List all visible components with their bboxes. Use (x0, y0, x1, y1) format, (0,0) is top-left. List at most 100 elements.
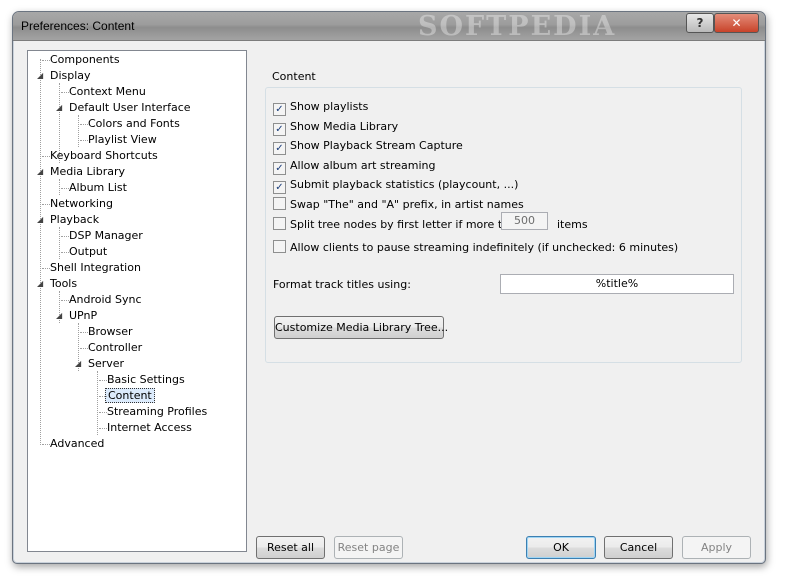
cancel-button[interactable]: Cancel (604, 536, 673, 559)
customize-media-library-tree-button[interactable]: Customize Media Library Tree... (274, 316, 448, 339)
collapse-arrow-icon[interactable]: ◢ (56, 104, 64, 112)
tree-item-label: Internet Access (107, 421, 192, 434)
checkbox-label: Split tree nodes by first letter if more… (290, 218, 523, 231)
collapse-arrow-icon[interactable]: ◢ (37, 72, 45, 80)
split-tree-nodes-checkbox[interactable]: Split tree nodes by first letter if more… (273, 217, 523, 233)
allow-album-art-streaming-checkbox[interactable]: ✓ Allow album art streaming (273, 158, 436, 175)
tree-item-media-library[interactable]: ◢ Media Library (34, 164, 127, 180)
tree-item-label: UPnP (69, 309, 98, 322)
checkbox-unchecked-icon[interactable] (273, 240, 286, 253)
apply-button[interactable]: Apply (682, 536, 751, 559)
tree-item-controller[interactable]: Controller (72, 340, 144, 356)
close-button[interactable]: ✕ (714, 13, 759, 33)
tree-item-context-menu[interactable]: Context Menu (53, 84, 148, 100)
dialog-client-area: Components ◢ Display Context Menu ◢ Defa… (17, 41, 761, 559)
tree-item-output[interactable]: Output (53, 244, 109, 260)
tree-item-label: Playlist View (88, 133, 157, 146)
tree-item-components[interactable]: Components (34, 52, 122, 68)
tree-item-label: Playback (50, 213, 100, 226)
tree-guide-line (40, 59, 41, 445)
tree-item-advanced[interactable]: Advanced (34, 436, 106, 452)
show-playback-stream-capture-checkbox[interactable]: ✓ Show Playback Stream Capture (273, 138, 463, 155)
tree-item-shell-integration[interactable]: Shell Integration (34, 260, 143, 276)
watermark-logo: SOFTPEDIA (418, 11, 617, 42)
tree-item-label: Album List (69, 181, 127, 194)
tree-item-internet-access[interactable]: Internet Access (91, 420, 194, 436)
checkbox-unchecked-icon[interactable] (273, 217, 286, 230)
tree-item-label: Components (50, 53, 120, 66)
tree-item-label: Default User Interface (69, 101, 191, 114)
tree-item-default-user-interface[interactable]: ◢ Default User Interface (53, 100, 193, 116)
checkbox-checked-icon[interactable]: ✓ (273, 181, 286, 194)
format-titles-input[interactable]: %title% (500, 274, 734, 294)
submit-playback-statistics-checkbox[interactable]: ✓ Submit playback statistics (playcount, … (273, 177, 519, 194)
tree-item-label: Media Library (50, 165, 125, 178)
show-media-library-checkbox[interactable]: ✓ Show Media Library (273, 119, 399, 136)
tree-item-colors-and-fonts[interactable]: Colors and Fonts (72, 116, 182, 132)
tree-item-basic-settings[interactable]: Basic Settings (91, 372, 187, 388)
checkbox-checked-icon[interactable]: ✓ (273, 123, 286, 136)
checkbox-unchecked-icon[interactable] (273, 197, 286, 210)
tree-item-networking[interactable]: Networking (34, 196, 115, 212)
tree-item-label: Display (50, 69, 91, 82)
tree-item-tools[interactable]: ◢ Tools (34, 276, 79, 292)
tree-item-dsp-manager[interactable]: DSP Manager (53, 228, 145, 244)
tree-item-label: Browser (88, 325, 133, 338)
content-group-title: Content (269, 70, 319, 83)
tree-item-playback[interactable]: ◢ Playback (34, 212, 101, 228)
checkbox-checked-icon[interactable]: ✓ (273, 142, 286, 155)
show-playlists-checkbox[interactable]: ✓ Show playlists (273, 99, 369, 116)
collapse-arrow-icon[interactable]: ◢ (75, 360, 83, 368)
tree-item-display[interactable]: ◢ Display (34, 68, 93, 84)
tree-item-label: Colors and Fonts (88, 117, 180, 130)
tree-item-label: Output (69, 245, 108, 258)
collapse-arrow-icon[interactable]: ◢ (56, 312, 64, 320)
checkbox-label: Swap "The" and "A" prefix, in artist nam… (290, 198, 524, 211)
tree-item-keyboard-shortcuts[interactable]: Keyboard Shortcuts (34, 148, 160, 164)
tree-item-label: Context Menu (69, 85, 146, 98)
reset-all-button[interactable]: Reset all (256, 536, 325, 559)
tree-item-android-sync[interactable]: Android Sync (53, 292, 144, 308)
tree-item-playlist-view[interactable]: Playlist View (72, 132, 159, 148)
swap-prefix-checkbox[interactable]: Swap "The" and "A" prefix, in artist nam… (273, 197, 524, 213)
checkbox-label: Show Media Library (290, 120, 399, 133)
checkbox-label: Allow clients to pause streaming indefin… (290, 241, 679, 254)
tree-item-label: Streaming Profiles (107, 405, 208, 418)
tree-item-label: Android Sync (69, 293, 142, 306)
checkbox-checked-icon[interactable]: ✓ (273, 162, 286, 175)
collapse-arrow-icon[interactable]: ◢ (37, 168, 45, 176)
reset-page-button[interactable]: Reset page (334, 536, 403, 559)
tree-item-upnp[interactable]: ◢ UPnP (53, 308, 99, 324)
tree-item-label: Content (105, 388, 155, 403)
collapse-arrow-icon[interactable]: ◢ (37, 216, 45, 224)
checkbox-label: Show playlists (290, 100, 369, 113)
tree-item-album-list[interactable]: Album List (53, 180, 129, 196)
window-title: Preferences: Content (21, 19, 135, 33)
checkbox-label: Submit playback statistics (playcount, .… (290, 178, 519, 191)
tree-item-content[interactable]: Content (91, 388, 155, 404)
tree-item-server[interactable]: ◢ Server (72, 356, 126, 372)
tree-item-label: Tools (50, 277, 78, 290)
checkbox-checked-icon[interactable]: ✓ (273, 103, 286, 116)
checkbox-label: Show Playback Stream Capture (290, 139, 463, 152)
ok-button[interactable]: OK (526, 536, 596, 559)
checkbox-label: Allow album art streaming (290, 159, 436, 172)
tree-item-label: Controller (88, 341, 143, 354)
allow-pause-streaming-checkbox[interactable]: Allow clients to pause streaming indefin… (273, 240, 678, 256)
split-items-label: items (557, 218, 588, 231)
tree-item-label: Advanced (50, 437, 105, 450)
tree-item-label: DSP Manager (69, 229, 143, 242)
tree-item-label: Server (88, 357, 125, 370)
collapse-arrow-icon[interactable]: ◢ (37, 280, 45, 288)
tree-item-label: Networking (50, 197, 113, 210)
preferences-window: Preferences: Content SOFTPEDIA ? ✕ Compo… (12, 11, 766, 564)
tree-item-label: Shell Integration (50, 261, 141, 274)
format-titles-label: Format track titles using: (273, 278, 411, 291)
tree-item-streaming-profiles[interactable]: Streaming Profiles (91, 404, 209, 420)
split-threshold-input[interactable]: 500 (501, 212, 548, 230)
preferences-tree[interactable]: Components ◢ Display Context Menu ◢ Defa… (27, 50, 247, 552)
title-bar[interactable]: Preferences: Content SOFTPEDIA ? ✕ (13, 11, 765, 42)
tree-item-browser[interactable]: Browser (72, 324, 135, 340)
help-button[interactable]: ? (686, 13, 714, 33)
tree-item-label: Basic Settings (107, 373, 185, 386)
